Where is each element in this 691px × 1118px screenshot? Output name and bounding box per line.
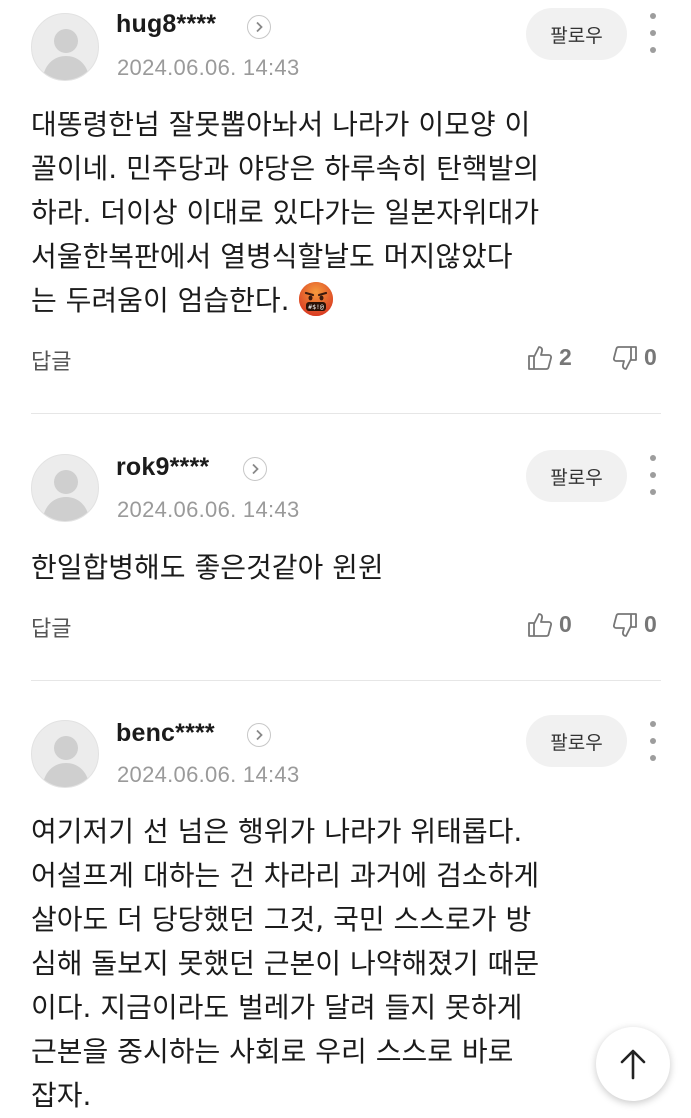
dislike-button[interactable]: 0 — [612, 611, 657, 638]
comment-line: 심해 돌보지 못했던 근본이 나약해졌기 때문 — [31, 947, 540, 980]
avatar[interactable] — [31, 454, 99, 522]
comment-line-with-emoji: 는 두려움이 엄습한다. #$!@ — [31, 279, 641, 323]
username[interactable]: benc**** — [116, 719, 215, 748]
comment-date: 2024.06.06. 14:43 — [117, 497, 300, 522]
comment-line: 이다. 지금이라도 벌레가 달려 들지 못하게 — [31, 991, 523, 1024]
like-count: 2 — [559, 344, 572, 370]
comment-date: 2024.06.06. 14:43 — [117, 55, 300, 80]
thumb-down-icon — [612, 612, 637, 637]
username[interactable]: rok9**** — [116, 453, 209, 482]
more-vertical-icon[interactable] — [643, 455, 663, 495]
comment-line: 근본을 중시하는 사회로 우리 스스로 바로 — [31, 1035, 514, 1068]
reply-button[interactable]: 답글 — [31, 611, 71, 643]
comment-text: 한일합병해도 좋은것같아 윈윈 — [31, 546, 641, 590]
like-button[interactable]: 2 — [527, 344, 572, 371]
follow-button[interactable]: 팔로우 — [526, 450, 627, 502]
chevron-right-icon[interactable] — [247, 15, 271, 39]
more-vertical-icon[interactable] — [643, 13, 663, 53]
more-vertical-icon[interactable] — [643, 721, 663, 761]
thumb-down-icon — [612, 345, 637, 370]
avatar[interactable] — [31, 13, 99, 81]
comment-line: 꼴이네. 민주당과 야당은 하루속히 탄핵발의 — [31, 152, 540, 185]
scroll-to-top-button[interactable] — [596, 1027, 670, 1101]
comment-line: 서울한복판에서 열병식할날도 머지않았다 — [31, 240, 513, 273]
comment-line: 는 두려움이 엄습한다. — [31, 284, 290, 317]
divider — [31, 680, 661, 681]
dislike-count: 0 — [644, 344, 657, 370]
comment-line: 여기저기 선 넘은 행위가 나라가 위태롭다. — [31, 815, 523, 848]
chevron-right-icon[interactable] — [247, 723, 271, 747]
dislike-count: 0 — [644, 611, 657, 637]
divider — [31, 413, 661, 414]
comment-line: 잡자. — [31, 1079, 92, 1112]
thumb-up-icon — [528, 345, 553, 370]
comment-line: 하라. 더이상 이대로 있다가는 일본자위대가 — [31, 196, 540, 229]
comment-line: 어설프게 대하는 건 차라리 과거에 검소하게 — [31, 859, 540, 892]
arrow-up-icon — [620, 1049, 646, 1080]
thumb-up-icon — [528, 612, 553, 637]
comment-date: 2024.06.06. 14:43 — [117, 762, 300, 787]
avatar[interactable] — [31, 720, 99, 788]
dislike-button[interactable]: 0 — [612, 344, 657, 371]
face-with-symbols-on-mouth-emoji: #$!@ — [298, 281, 334, 317]
comment-line: 대똥령한넘 잘못뽑아놔서 나라가 이모양 이 — [31, 108, 531, 141]
comment-text: 여기저기 선 넘은 행위가 나라가 위태롭다. 어설프게 대하는 건 차라리 과… — [31, 810, 641, 1118]
follow-button[interactable]: 팔로우 — [526, 715, 627, 767]
like-button[interactable]: 0 — [527, 611, 572, 638]
svg-text:#$!@: #$!@ — [308, 303, 324, 311]
comment-text: 대똥령한넘 잘못뽑아놔서 나라가 이모양 이 꼴이네. 민주당과 야당은 하루속… — [31, 103, 641, 323]
like-count: 0 — [559, 611, 572, 637]
username[interactable]: hug8**** — [116, 10, 216, 39]
reply-button[interactable]: 답글 — [31, 344, 71, 376]
comment-line: 살아도 더 당당했던 그것, 국민 스스로가 방 — [31, 903, 532, 936]
comment-line: 한일합병해도 좋은것같아 윈윈 — [31, 551, 384, 584]
chevron-right-icon[interactable] — [243, 457, 267, 481]
follow-button[interactable]: 팔로우 — [526, 8, 627, 60]
